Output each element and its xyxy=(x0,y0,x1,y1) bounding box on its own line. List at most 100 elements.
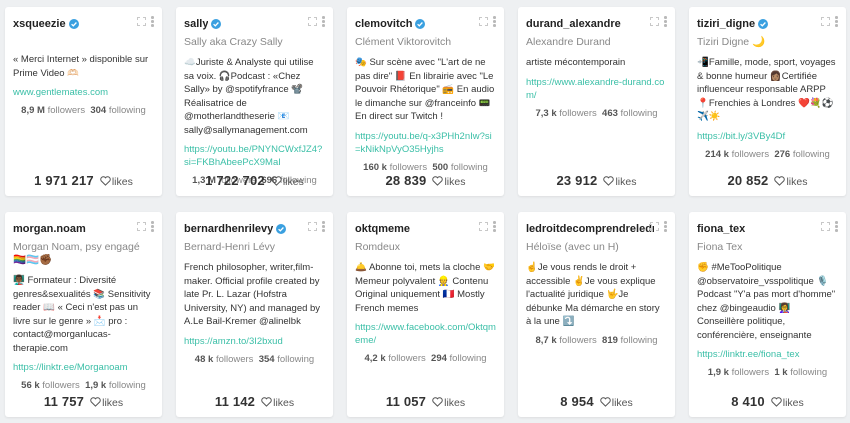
likes-label: likes xyxy=(786,176,808,188)
likes-row: 28 839 likes xyxy=(347,173,504,188)
profile-link[interactable]: https://www.alexandre-durand.com/ xyxy=(526,76,667,102)
bio: 🛎️ Abonne toi, mets la cloche 🤝 Memeur p… xyxy=(355,262,495,314)
likes-label: likes xyxy=(444,397,466,409)
more-menu-icon[interactable] xyxy=(664,16,667,27)
followers-count: 7,3 k xyxy=(535,107,557,119)
profile-link[interactable]: https://linktr.ee/Morganoam xyxy=(13,361,154,374)
heart-icon xyxy=(432,176,444,186)
bio: artiste mécontemporain xyxy=(526,57,626,68)
followers-label: followers xyxy=(215,353,254,365)
more-menu-icon[interactable] xyxy=(322,16,325,27)
follow-counts: 8,9 M followers 304 following xyxy=(13,105,154,116)
followers-label: followers xyxy=(559,107,597,119)
verified-badge-icon xyxy=(211,18,222,29)
following-count: 294 xyxy=(431,353,447,364)
influencer-card[interactable]: ledroitdecomprendreledroit Héloïse (avec… xyxy=(518,212,675,417)
followers-label: followers xyxy=(42,380,80,391)
profile-link[interactable]: https://youtu.be/PNYNCWxfJZ4?si=FKBhAbee… xyxy=(184,143,325,169)
expand-icon[interactable] xyxy=(821,16,830,26)
profile-link[interactable]: www.gentlemates.com xyxy=(13,86,154,99)
profile-link[interactable]: https://youtu.be/q-x3PHh2nIw?si=kNikNpVy… xyxy=(355,130,496,156)
profile-link[interactable]: https://amzn.to/3I2bxud xyxy=(184,335,325,348)
username[interactable]: xsqueezie xyxy=(13,18,66,30)
influencer-card[interactable]: tiziri_digne Tiziri Digne 🌙 📲Famille, mo… xyxy=(689,7,846,196)
likes-row: 11 142 likes xyxy=(176,394,333,409)
influencer-card[interactable]: durand_alexandre Alexandre Durand artist… xyxy=(518,7,675,196)
heart-icon xyxy=(432,397,443,407)
username[interactable]: sally xyxy=(184,18,208,30)
more-menu-icon[interactable] xyxy=(493,16,496,27)
followers-count: 160 k xyxy=(363,161,387,173)
likes-label: likes xyxy=(273,397,295,409)
username[interactable]: ledroitdecomprendreledroit xyxy=(526,223,654,235)
more-menu-icon[interactable] xyxy=(835,16,838,27)
expand-icon[interactable] xyxy=(137,221,146,231)
more-menu-icon[interactable] xyxy=(151,16,154,27)
username[interactable]: clemovitch xyxy=(355,18,412,30)
heart-icon xyxy=(261,397,272,407)
likes-row: 11 057 likes xyxy=(347,394,504,409)
followers-label: followers xyxy=(559,334,597,346)
following-label: following xyxy=(790,367,828,378)
influencer-card[interactable]: bernardhenrilevy Bernard-Henri Lévy Fren… xyxy=(176,212,333,417)
heart-icon xyxy=(271,176,282,186)
following-label: following xyxy=(792,148,830,160)
profile-link[interactable]: https://linktr.ee/fiona_tex xyxy=(697,348,838,361)
more-menu-icon[interactable] xyxy=(835,221,838,232)
following-count: 354 xyxy=(258,353,275,365)
more-menu-icon[interactable] xyxy=(322,221,325,232)
expand-icon[interactable] xyxy=(821,221,830,231)
full-name: Héloïse (avec un H) xyxy=(526,241,619,253)
influencer-card[interactable]: morgan.noam Morgan Noam, psy engagé 🏳️‍🌈… xyxy=(5,212,162,417)
follow-counts: 214 k followers 276 following xyxy=(697,149,838,160)
heart-icon xyxy=(771,397,782,407)
likes-label: likes xyxy=(782,397,804,409)
followers-label: followers xyxy=(47,105,86,116)
username[interactable]: tiziri_digne xyxy=(697,18,755,30)
likes-row: 8 410 likes xyxy=(689,394,846,409)
bio: 👨🏾‍🏫 Formateur : Diversité genres&sexual… xyxy=(13,275,151,354)
influencer-card[interactable]: clemovitch Clément Viktorovitch 🎭 Sur sc… xyxy=(347,7,504,196)
full-name: Romdeux xyxy=(355,241,400,253)
more-menu-icon[interactable] xyxy=(151,221,154,232)
following-count: 304 xyxy=(90,105,107,116)
heart-icon xyxy=(603,176,615,186)
username[interactable]: fiona_tex xyxy=(697,223,745,235)
verified-badge-icon xyxy=(758,18,769,29)
likes-count: 28 839 xyxy=(385,173,427,188)
followers-count: 1,9 k xyxy=(707,367,729,378)
username[interactable]: durand_alexandre xyxy=(526,18,621,30)
expand-icon[interactable] xyxy=(308,16,317,26)
profile-link[interactable]: https://www.facebook.com/Oktqmeme/ xyxy=(355,321,496,347)
follow-counts: 8,7 k followers 819 following xyxy=(526,335,667,346)
bio: ☝️Je vous rends le droit + accessible ✌️… xyxy=(526,262,660,327)
username[interactable]: bernardhenrilevy xyxy=(184,223,273,235)
influencer-card[interactable]: oktqmeme Romdeux 🛎️ Abonne toi, mets la … xyxy=(347,212,504,417)
expand-icon[interactable] xyxy=(479,16,488,26)
likes-count: 8 954 xyxy=(560,394,594,409)
full-name: Fiona Tex xyxy=(697,241,743,253)
influencer-card[interactable]: xsqueezie « Merci Internet » disponible … xyxy=(5,7,162,196)
followers-count: 214 k xyxy=(705,148,729,160)
more-menu-icon[interactable] xyxy=(664,221,667,232)
following-count: 1,9 k xyxy=(85,380,107,391)
influencer-card[interactable]: sally Sally aka Crazy Sally ☁️Juriste & … xyxy=(176,7,333,196)
expand-icon[interactable] xyxy=(479,221,488,231)
verified-badge-icon xyxy=(415,18,426,29)
influencer-card[interactable]: fiona_tex Fiona Tex ✊ #MeTooPolitique @o… xyxy=(689,212,846,417)
likes-row: 20 852 likes xyxy=(689,173,846,188)
expand-icon[interactable] xyxy=(308,221,317,231)
likes-label: likes xyxy=(615,176,637,188)
username[interactable]: oktqmeme xyxy=(355,223,410,235)
following-count: 500 xyxy=(432,161,449,173)
verified-badge-icon xyxy=(68,18,79,29)
expand-icon[interactable] xyxy=(650,221,659,231)
profile-link[interactable]: https://bit.ly/3VBy4Df xyxy=(697,130,838,143)
following-label: following xyxy=(450,161,488,173)
full-name: Morgan Noam, psy engagé 🏳️‍🌈🏳️‍⚧️✊🏾 xyxy=(13,241,140,266)
expand-icon[interactable] xyxy=(137,16,146,26)
more-menu-icon[interactable] xyxy=(493,221,496,232)
username[interactable]: morgan.noam xyxy=(13,223,86,235)
expand-icon[interactable] xyxy=(650,16,659,26)
following-label: following xyxy=(277,353,315,365)
